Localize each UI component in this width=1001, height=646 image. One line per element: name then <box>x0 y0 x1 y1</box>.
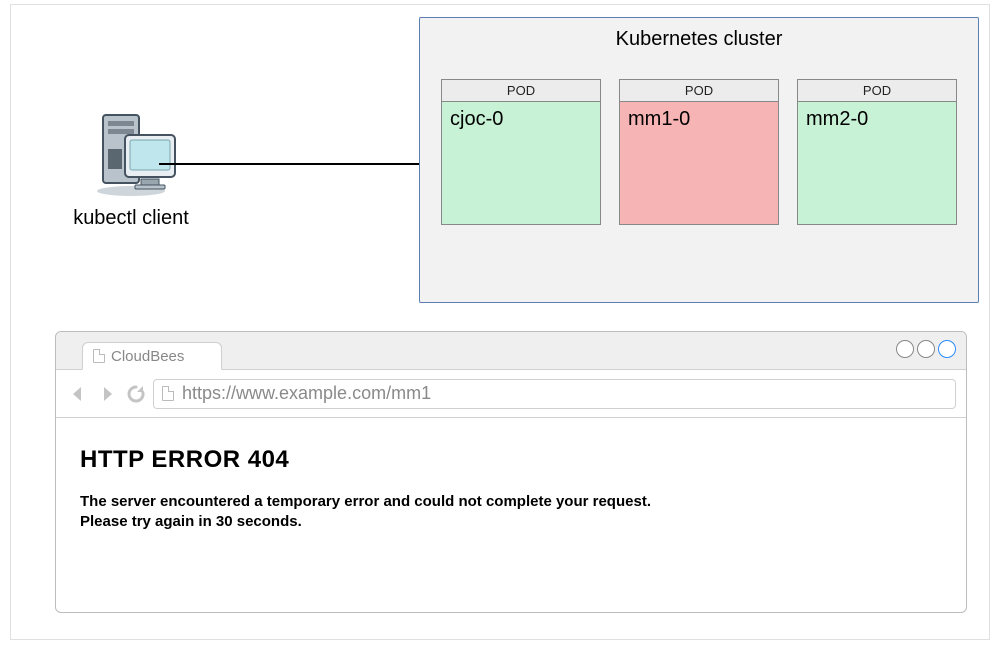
kubectl-label: kubectl client <box>61 207 201 230</box>
cluster-title: Kubernetes cluster <box>420 28 978 51</box>
page-icon <box>93 349 105 363</box>
error-message-line: Please try again in 30 seconds. <box>80 512 942 532</box>
connection-line <box>159 163 419 165</box>
reload-button[interactable] <box>124 382 148 406</box>
pods-row: POD cjoc-0 POD mm1-0 POD mm2-0 <box>420 79 978 225</box>
error-message-line: The server encountered a temporary error… <box>80 492 942 512</box>
pod-name: mm2-0 <box>798 102 956 224</box>
window-control-dot[interactable] <box>938 340 956 358</box>
browser-content: HTTP ERROR 404 The server encountered a … <box>56 418 966 561</box>
pod-name: mm1-0 <box>620 102 778 224</box>
pod-header: POD <box>620 80 778 102</box>
computer-icon <box>81 109 181 199</box>
browser-window: CloudBees https:// <box>55 331 967 613</box>
pod-header: POD <box>442 80 600 102</box>
forward-button[interactable] <box>95 382 119 406</box>
pod-name: cjoc-0 <box>442 102 600 224</box>
browser-toolbar: https://www.example.com/mm1 <box>56 370 966 418</box>
pod-mm2-0: POD mm2-0 <box>797 79 957 225</box>
url-text: https://www.example.com/mm1 <box>182 383 431 404</box>
pod-header: POD <box>798 80 956 102</box>
kubernetes-cluster: Kubernetes cluster POD cjoc-0 POD mm1-0 … <box>419 17 979 303</box>
browser-tabbar: CloudBees <box>56 332 966 370</box>
tab-title: CloudBees <box>111 348 184 365</box>
window-controls <box>896 340 956 358</box>
pod-mm1-0: POD mm1-0 <box>619 79 779 225</box>
address-bar[interactable]: https://www.example.com/mm1 <box>153 379 956 409</box>
browser-tab[interactable]: CloudBees <box>82 342 222 370</box>
page-icon <box>162 386 174 401</box>
kubectl-client: kubectl client <box>61 109 201 230</box>
diagram-frame: kubectl client Kubernetes cluster POD cj… <box>10 4 990 640</box>
pod-cjoc-0: POD cjoc-0 <box>441 79 601 225</box>
window-control-dot[interactable] <box>896 340 914 358</box>
window-control-dot[interactable] <box>917 340 935 358</box>
back-button[interactable] <box>66 382 90 406</box>
error-title: HTTP ERROR 404 <box>80 446 942 474</box>
